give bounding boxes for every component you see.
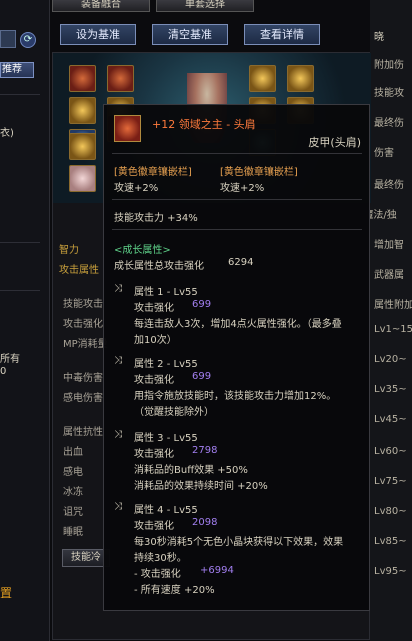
stat-label: 诅咒: [63, 507, 83, 518]
emblem-slot-a-value: 攻速+2%: [114, 183, 159, 194]
right-text: Lv20~: [374, 354, 407, 365]
attr-title: 属性 1 - Lv55: [134, 287, 198, 298]
attr-value: 2098: [192, 517, 218, 528]
right-panel: 晓 附加伤 技能攻 最终伤 伤害 最终伤 物理/魔法/独 增加智 武器属 属性附…: [340, 0, 412, 641]
attr-desc: 每连击敌人3次，增加4点火属性强化。（最多叠: [134, 319, 342, 330]
shuffle-icon: ⤨: [114, 429, 122, 440]
equip-slot-icon[interactable]: [69, 97, 96, 124]
attr-value: 699: [192, 299, 212, 310]
attr-label: 攻击强化: [134, 449, 174, 460]
set-base-button[interactable]: 设为基准: [60, 24, 136, 45]
right-text: 属性附加: [374, 300, 412, 311]
divider: [112, 229, 362, 230]
right-text: 技能攻: [374, 88, 404, 99]
clear-base-button[interactable]: 清空基准: [152, 24, 228, 45]
divider: [0, 94, 40, 95]
attr-bonus-label: - 攻击强化: [134, 569, 181, 580]
attr-value: 2798: [192, 445, 218, 456]
right-text: Lv1~15: [374, 324, 412, 335]
equip-slot-icon[interactable]: [69, 165, 96, 192]
emblem-slot-b-label: [黄色徽章镶嵌栏]: [220, 167, 298, 178]
attr-label: 攻击强化: [134, 375, 174, 386]
equip-slot-icon[interactable]: [107, 65, 134, 92]
right-text: Lv80~: [374, 506, 407, 517]
top-tabs: 装备融合 单套选择: [52, 0, 254, 12]
attr-bonus: - 所有速度 +20%: [134, 585, 215, 596]
right-text: 最终伤: [374, 180, 404, 191]
attr-desc: 每30秒消耗5个无色小晶块获得以下效果，效果: [134, 537, 344, 548]
shuffle-icon: ⤨: [114, 355, 122, 366]
divider: [0, 290, 40, 291]
attr-value: 699: [192, 371, 212, 382]
stat-label: 技能攻击: [63, 299, 103, 310]
stat-label: 智力: [59, 245, 79, 256]
right-text: 增加智: [374, 240, 404, 251]
growth-header: <成长属性>: [114, 245, 171, 256]
growth-total-label: 成长属性总攻击强化: [114, 261, 204, 272]
stat-label: 冰冻: [63, 487, 83, 498]
item-title: +12 领域之主 - 头肩: [152, 118, 256, 131]
right-text: 附加伤: [374, 60, 404, 71]
attr-label: 攻击强化: [134, 521, 174, 532]
item-icon: [114, 115, 141, 142]
growth-total-value: 6294: [228, 257, 254, 268]
item-tooltip: +12 领域之主 - 头肩 皮甲(头肩) [黄色徽章镶嵌栏] [黄色徽章镶嵌栏]…: [103, 104, 370, 611]
right-text: 武器属: [374, 270, 404, 281]
equip-slot-icon[interactable]: [287, 65, 314, 92]
stat-label: 攻击属性: [59, 265, 99, 276]
attr-title: 属性 2 - Lv55: [134, 359, 198, 370]
shuffle-icon: ⤨: [114, 501, 122, 512]
right-text: Lv85~: [374, 536, 407, 547]
item-type: 皮甲(头肩): [308, 136, 361, 149]
attr-desc: 用指令施放技能时，该技能攻击力增加12%。: [134, 391, 337, 402]
right-text: Lv35~: [374, 384, 407, 395]
stat-label: 中毒伤害: [63, 373, 103, 384]
right-text: Lv45~: [374, 414, 407, 425]
left-text: 置: [0, 586, 13, 600]
right-text: 晓: [374, 32, 384, 43]
stat-label: MP消耗量: [63, 339, 108, 350]
left-text: 0: [0, 366, 7, 377]
recommend-button[interactable]: 推荐: [0, 62, 34, 78]
stat-label: 感电: [63, 467, 83, 478]
stat-label: 感电伤害: [63, 393, 103, 404]
tab-single-set[interactable]: 单套选择: [156, 0, 254, 12]
skill-attack: 技能攻击力 +34%: [114, 213, 198, 224]
right-text: 最终伤: [374, 118, 404, 129]
attr-desc: 消耗品的Buff效果 +50%: [134, 465, 248, 476]
stat-label: 出血: [63, 447, 83, 458]
right-text: Lv75~: [374, 476, 407, 487]
left-toggle-button[interactable]: [0, 30, 16, 48]
tab-equip-fusion[interactable]: 装备融合: [52, 0, 150, 12]
right-text: 伤害: [374, 148, 394, 159]
equip-slot-icon[interactable]: [249, 65, 276, 92]
attr-desc: 加10次）: [134, 335, 177, 346]
right-text: Lv95~: [374, 566, 407, 577]
left-text: 衣): [0, 128, 14, 139]
view-detail-button[interactable]: 查看详情: [244, 24, 320, 45]
divider: [0, 242, 40, 243]
attr-label: 攻击强化: [134, 303, 174, 314]
right-text: Lv60~: [374, 446, 407, 457]
equip-slot-icon[interactable]: [69, 133, 96, 160]
left-text: 所有: [0, 354, 20, 365]
left-panel: ⟳ 推荐 衣) 所有 0 置: [0, 0, 50, 641]
attr-title: 属性 4 - Lv55: [134, 505, 198, 516]
divider: [112, 153, 362, 154]
attr-title: 属性 3 - Lv55: [134, 433, 198, 444]
attr-desc: （觉醒技能除外）: [134, 407, 214, 418]
stat-label: 属性抗性: [63, 427, 103, 438]
equip-slot-icon[interactable]: [69, 65, 96, 92]
shuffle-icon: ⤨: [114, 283, 122, 294]
stat-label: 攻击强化: [63, 319, 103, 330]
attr-desc: 消耗品的效果持续时间 +20%: [134, 481, 268, 492]
refresh-icon[interactable]: ⟳: [20, 32, 36, 48]
emblem-slot-a-label: [黄色徽章镶嵌栏]: [114, 167, 192, 178]
attr-desc: 持续30秒。: [134, 553, 187, 564]
divider: [112, 199, 362, 200]
stat-label: 睡眠: [63, 527, 83, 538]
emblem-slot-b-value: 攻速+2%: [220, 183, 265, 194]
attr-bonus-value: +6994: [200, 565, 234, 576]
